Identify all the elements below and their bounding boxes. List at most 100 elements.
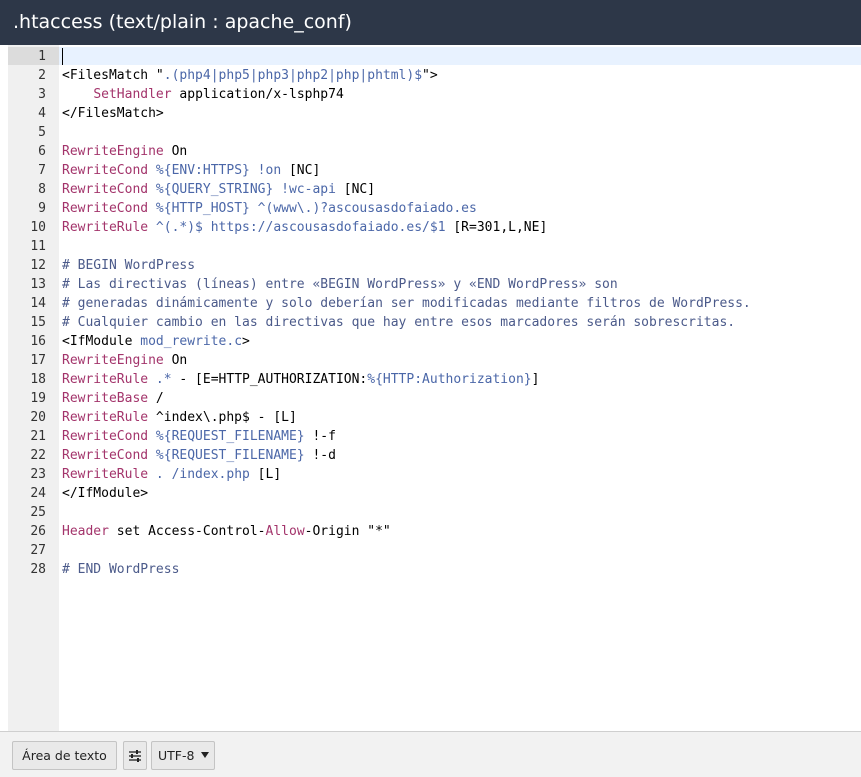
code-line[interactable]: 19 RewriteBase /: [8, 389, 861, 408]
code-token-variable: /index.php: [171, 467, 250, 482]
code-line[interactable]: 20 RewriteRule ^index\.php$ - [L]: [8, 408, 861, 427]
line-code: # generadas dinámicamente y solo debería…: [62, 294, 751, 313]
line-number: 17: [30, 353, 46, 368]
line-number: 7: [38, 163, 46, 178]
code-line[interactable]: 1: [8, 47, 861, 66]
line-code: # BEGIN WordPress: [62, 256, 195, 275]
code-token-keyword: RewriteEngine: [62, 353, 164, 368]
code-token-comment: # BEGIN WordPress: [62, 258, 196, 273]
code-line[interactable]: 27: [8, 541, 861, 560]
code-token-variable: %{REQUEST_FILENAME}: [155, 448, 305, 463]
line-number: 5: [38, 125, 46, 140]
code-token-plain: !-f: [304, 429, 336, 444]
encoding-select[interactable]: UTF-8: [151, 741, 215, 770]
line-number: 14: [30, 296, 46, 311]
code-line[interactable]: 5: [8, 123, 861, 142]
code-token-keyword: RewriteRule: [62, 410, 149, 425]
code-line[interactable]: 14 # generadas dinámicamente y solo deber…: [8, 294, 861, 313]
code-line[interactable]: 18 RewriteRule .* - [E=HTTP_AUTHORIZATION…: [8, 370, 861, 389]
code-line[interactable]: 25: [8, 503, 861, 522]
code-token-plain: On: [163, 144, 188, 159]
code-line[interactable]: 4 </FilesMatch>: [8, 104, 861, 123]
line-code: RewriteCond %{HTTP_HOST} ^(www\.)?ascous…: [62, 199, 477, 218]
code-token-variable: mod_rewrite.c: [140, 334, 243, 349]
code-line[interactable]: 6 RewriteEngine On: [8, 142, 861, 161]
code-token-variable: %{HTTP:Authorization}: [367, 372, 532, 387]
code-line[interactable]: 17 RewriteEngine On: [8, 351, 861, 370]
editor-statusbar: Área de texto UTF-8: [0, 731, 861, 777]
line-number: 16: [30, 334, 46, 349]
code-token-plain: [NC]: [335, 182, 376, 197]
chevron-down-icon: [201, 752, 209, 758]
line-code: # END WordPress: [62, 560, 179, 579]
line-number: 19: [30, 391, 46, 406]
code-line[interactable]: 16 <IfModule mod_rewrite.c>: [8, 332, 861, 351]
line-code: RewriteRule ^index\.php$ - [L]: [62, 408, 297, 427]
code-token-comment: # Cualquier cambio en las directivas que…: [62, 315, 736, 330]
code-line[interactable]: 2 <FilesMatch ".(php4|php5|php3|php2|php|…: [8, 66, 861, 85]
code-line[interactable]: 9 RewriteCond %{HTTP_HOST} ^(www\.)?ascou…: [8, 199, 861, 218]
line-number: 28: [30, 562, 46, 577]
line-code: </IfModule>: [62, 484, 148, 503]
settings-button[interactable]: [123, 741, 147, 770]
code-line[interactable]: 28 # END WordPress: [8, 560, 861, 579]
code-token-plain: -Origin "*": [304, 524, 391, 539]
code-lines[interactable]: 1 2 <FilesMatch ".(php4|php5|php3|php2|php…: [8, 47, 861, 579]
code-line[interactable]: 3 SetHandler application/x-lsphp74: [8, 85, 861, 104]
code-token-plain: ^index\.php$ - [L]: [148, 410, 297, 425]
code-line[interactable]: 8 RewriteCond %{QUERY_STRING} !wc-api [NC…: [8, 180, 861, 199]
line-number: 2: [38, 68, 46, 83]
line-number: 11: [30, 239, 46, 254]
line-number: 22: [30, 448, 46, 463]
code-line[interactable]: 23 RewriteRule . /index.php [L]: [8, 465, 861, 484]
code-token-keyword: RewriteBase: [62, 391, 149, 406]
code-line[interactable]: 24 </IfModule>: [8, 484, 861, 503]
code-line[interactable]: 11: [8, 237, 861, 256]
line-number: 12: [30, 258, 46, 273]
code-token-keyword: SetHandler: [93, 87, 172, 102]
code-line[interactable]: 12 # BEGIN WordPress: [8, 256, 861, 275]
code-token-variable: !on: [257, 163, 282, 178]
code-token-plain: >: [242, 334, 250, 349]
code-token-variable: ^(www\.)?ascousasdofaiado.es: [257, 201, 477, 216]
code-line[interactable]: 7 RewriteCond %{ENV:HTTPS} !on [NC]: [8, 161, 861, 180]
code-line[interactable]: 15 # Cualquier cambio en las directivas q…: [8, 313, 861, 332]
code-token-plain: [R=301,L,NE]: [445, 220, 548, 235]
line-number: 21: [30, 429, 46, 444]
text-cursor: [62, 48, 63, 65]
line-number: 18: [30, 372, 46, 387]
line-number: 25: [30, 505, 46, 520]
line-number: 3: [38, 87, 46, 102]
line-code: <FilesMatch ".(php4|php5|php3|php2|php|p…: [62, 66, 438, 85]
sliders-icon: [129, 749, 141, 762]
code-line[interactable]: 13 # Las directivas (líneas) entre «BEGIN…: [8, 275, 861, 294]
code-token-plain: ">: [422, 68, 438, 83]
code-token-variable: %{HTTP_HOST}: [155, 201, 250, 216]
code-token-variable: .: [155, 467, 164, 482]
window-title: .htaccess (text/plain : apache_conf): [0, 0, 861, 45]
encoding-value: UTF-8: [158, 748, 195, 763]
code-line[interactable]: 10 RewriteRule ^(.*)$ https://ascousasdof…: [8, 218, 861, 237]
line-number: 8: [38, 182, 46, 197]
code-token-variable: !wc-api: [281, 182, 336, 197]
code-line[interactable]: 22 RewriteCond %{REQUEST_FILENAME} !-d: [8, 446, 861, 465]
line-code: # Cualquier cambio en las directivas que…: [62, 313, 735, 332]
textarea-mode-button[interactable]: Área de texto: [12, 741, 117, 770]
code-editor[interactable]: 1 2 <FilesMatch ".(php4|php5|php3|php2|php…: [8, 45, 861, 731]
line-number: 4: [38, 106, 46, 121]
line-code: RewriteCond %{REQUEST_FILENAME} !-f: [62, 427, 336, 446]
code-line[interactable]: 21 RewriteCond %{REQUEST_FILENAME} !-f: [8, 427, 861, 446]
code-token-keyword: RewriteCond: [62, 429, 149, 444]
code-token-keyword: RewriteCond: [62, 201, 149, 216]
code-token-plain: set Access-Control-: [108, 524, 266, 539]
code-line[interactable]: 26 Header set Access-Control-Allow-Origin…: [8, 522, 861, 541]
line-code: RewriteEngine On: [62, 351, 187, 370]
line-number: 6: [38, 144, 46, 159]
code-token-keyword: RewriteCond: [62, 448, 149, 463]
